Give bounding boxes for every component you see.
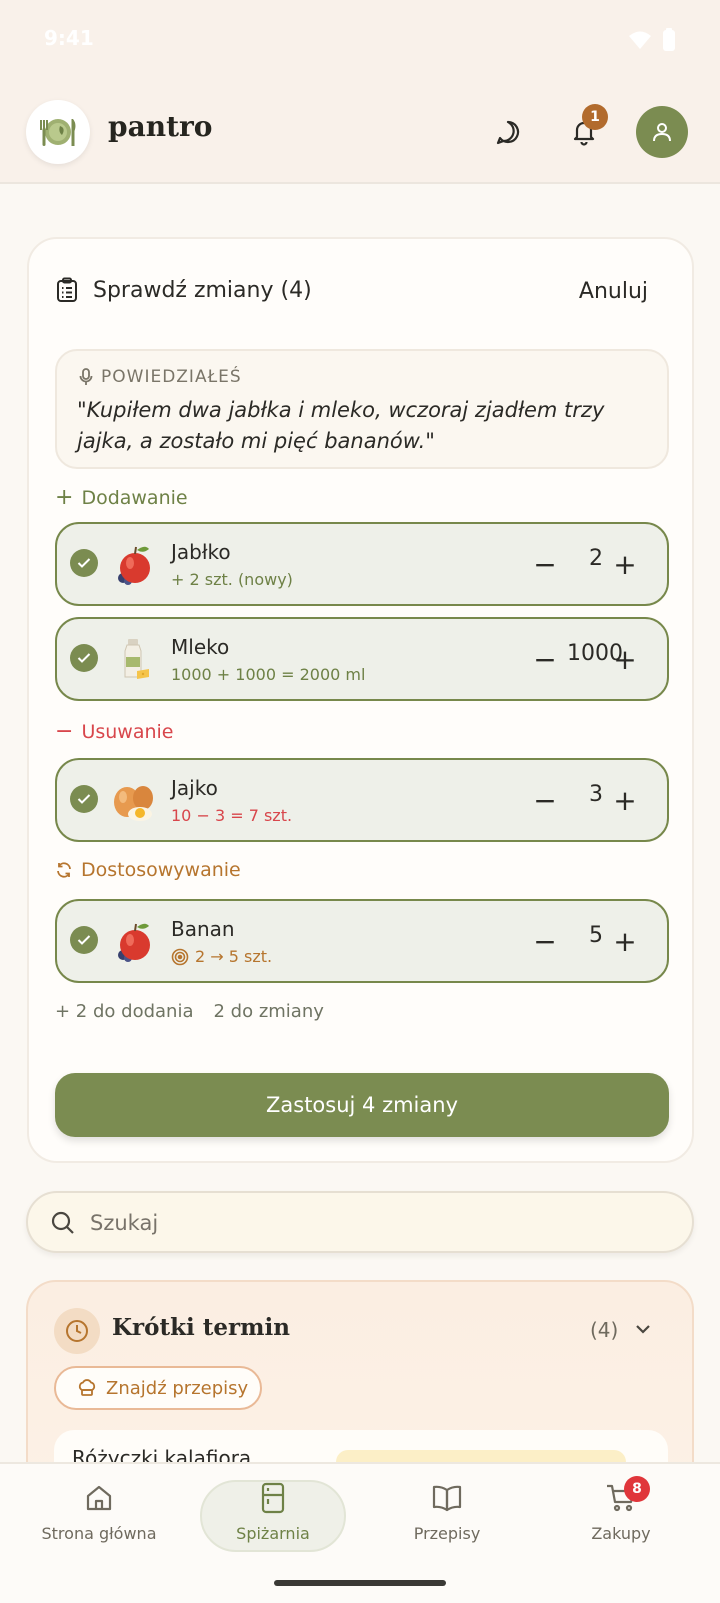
section-adjusting-label: Dostosowywanie [81, 859, 241, 881]
changes-summary: + 2 do dodania 2 do zmiany [55, 1001, 324, 1022]
nav-shopping-label: Zakupy [591, 1524, 651, 1543]
section-adding: + Dodawanie [55, 485, 188, 510]
voice-transcript: POWIEDZIAŁEŚ "Kupiłem dwa jabłka i mleko… [55, 349, 669, 469]
check-icon[interactable] [70, 549, 98, 577]
nav-recipes[interactable]: Przepisy [372, 1480, 522, 1564]
status-time: 9:41 [44, 26, 94, 50]
avatar[interactable] [636, 106, 688, 158]
nav-pantry[interactable]: Spiżarnia [198, 1480, 348, 1564]
chevron-down-icon[interactable] [632, 1318, 654, 1340]
decrease-button[interactable]: − [527, 915, 563, 967]
item-detail-text: + 2 szt. (nowy) [171, 570, 293, 589]
item-detail: 10 − 3 = 7 szt. [171, 806, 292, 825]
increase-button[interactable]: + [605, 915, 645, 967]
apply-changes-button[interactable]: Zastosuj 4 zmiany [55, 1073, 669, 1137]
nav-home-label: Strona główna [41, 1524, 157, 1543]
clock-icon [66, 1320, 88, 1342]
find-recipes-button[interactable]: Znajdź przepisy [54, 1366, 262, 1410]
section-adding-label: Dodawanie [81, 486, 188, 509]
review-changes-card: Sprawdź zmiany (4) Anuluj POWIEDZIAŁEŚ "… [27, 237, 694, 1163]
item-detail: 1000 + 1000 = 2000 ml [171, 665, 365, 684]
item-detail: + 2 szt. (nowy) [171, 570, 293, 589]
plus-icon: + [55, 485, 74, 510]
refresh-icon [57, 862, 71, 878]
apple-icon [118, 546, 150, 585]
book-icon [432, 1485, 462, 1512]
chat-icon [496, 120, 520, 145]
target-icon [171, 948, 189, 965]
review-header: Sprawdź zmiany (4) [55, 277, 312, 303]
fridge-icon [261, 1482, 285, 1514]
item-name: Jabłko [171, 540, 231, 564]
milk-icon [124, 639, 149, 679]
egg-icon [114, 786, 153, 821]
item-name: Mleko [171, 635, 230, 659]
summary-to-add: + 2 do dodania [55, 1001, 194, 1022]
change-item-banana[interactable]: Banan 2 → 5 szt. − 5 + [55, 899, 669, 983]
section-removing: − Usuwanie [55, 719, 173, 744]
item-detail: 2 → 5 szt. [171, 947, 272, 966]
search-input[interactable] [90, 1205, 650, 1241]
nav-recipes-label: Przepisy [413, 1524, 481, 1543]
nav-shopping[interactable]: Zakupy [546, 1480, 696, 1564]
review-title: Sprawdź zmiany (4) [93, 277, 312, 303]
search-icon [51, 1211, 74, 1234]
check-icon[interactable] [70, 785, 98, 813]
notifications-badge: 1 [582, 104, 608, 130]
chef-hat-icon [78, 1379, 96, 1396]
cancel-button[interactable]: Anuluj [579, 279, 648, 304]
change-item-milk[interactable]: Mleko 1000 + 1000 = 2000 ml − 1000 + [55, 617, 669, 701]
item-detail-text: 1000 + 1000 = 2000 ml [171, 665, 366, 684]
app-logo[interactable] [26, 100, 90, 164]
battery-icon [663, 28, 675, 51]
section-removing-label: Usuwanie [81, 720, 174, 743]
transcript-label-text: POWIEDZIAŁEŚ [101, 367, 242, 387]
decrease-button[interactable]: − [527, 538, 563, 590]
summary-to-change: 2 do zmiany [213, 1001, 324, 1022]
brand-name: pantro [108, 110, 213, 143]
item-detail-text: 10 − 3 = 7 szt. [171, 806, 293, 825]
item-detail-text: 2 → 5 szt. [195, 947, 273, 966]
item-name: Banan [171, 917, 235, 941]
status-icons [628, 28, 676, 52]
check-icon[interactable] [70, 644, 98, 672]
check-icon[interactable] [70, 926, 98, 954]
clock-badge [54, 1308, 100, 1354]
home-indicator [274, 1580, 446, 1586]
app-header: pantro 1 [0, 80, 720, 184]
change-item-egg[interactable]: Jajko 10 − 3 = 7 szt. − 3 + [55, 758, 669, 842]
nav-home[interactable]: Strona główna [24, 1480, 174, 1564]
microphone-icon [79, 368, 93, 385]
plate-cutlery-icon [40, 119, 76, 146]
cart-badge: 8 [624, 1476, 650, 1502]
minus-icon: − [55, 719, 74, 744]
status-bar: 9:41 [0, 0, 720, 80]
apple-icon [118, 923, 150, 962]
nav-pantry-label: Spiżarnia [236, 1524, 310, 1543]
transcript-label: POWIEDZIAŁEŚ [79, 367, 242, 387]
transcript-text: "Kupiłem dwa jabłka i mleko, wczoraj zja… [77, 398, 605, 453]
increase-button[interactable]: + [605, 774, 645, 826]
find-recipes-label: Znajdź przepisy [106, 1377, 249, 1399]
clipboard-icon [57, 277, 77, 302]
search-bar[interactable] [26, 1191, 694, 1253]
short-term-title: Krótki termin [112, 1314, 290, 1341]
item-name: Jajko [171, 776, 218, 800]
decrease-button[interactable]: − [527, 774, 563, 826]
notifications-button[interactable]: 1 [558, 104, 610, 158]
user-icon [653, 123, 671, 142]
chat-button[interactable] [482, 106, 534, 158]
short-term-count: (4) [590, 1318, 619, 1342]
section-adjusting: Dostosowywanie [55, 859, 241, 881]
increase-button[interactable]: + [605, 633, 645, 685]
increase-button[interactable]: + [605, 538, 645, 590]
change-item-apple[interactable]: Jabłko + 2 szt. (nowy) − 2 + [55, 522, 669, 606]
wifi-icon [629, 31, 651, 49]
home-icon [86, 1485, 112, 1511]
